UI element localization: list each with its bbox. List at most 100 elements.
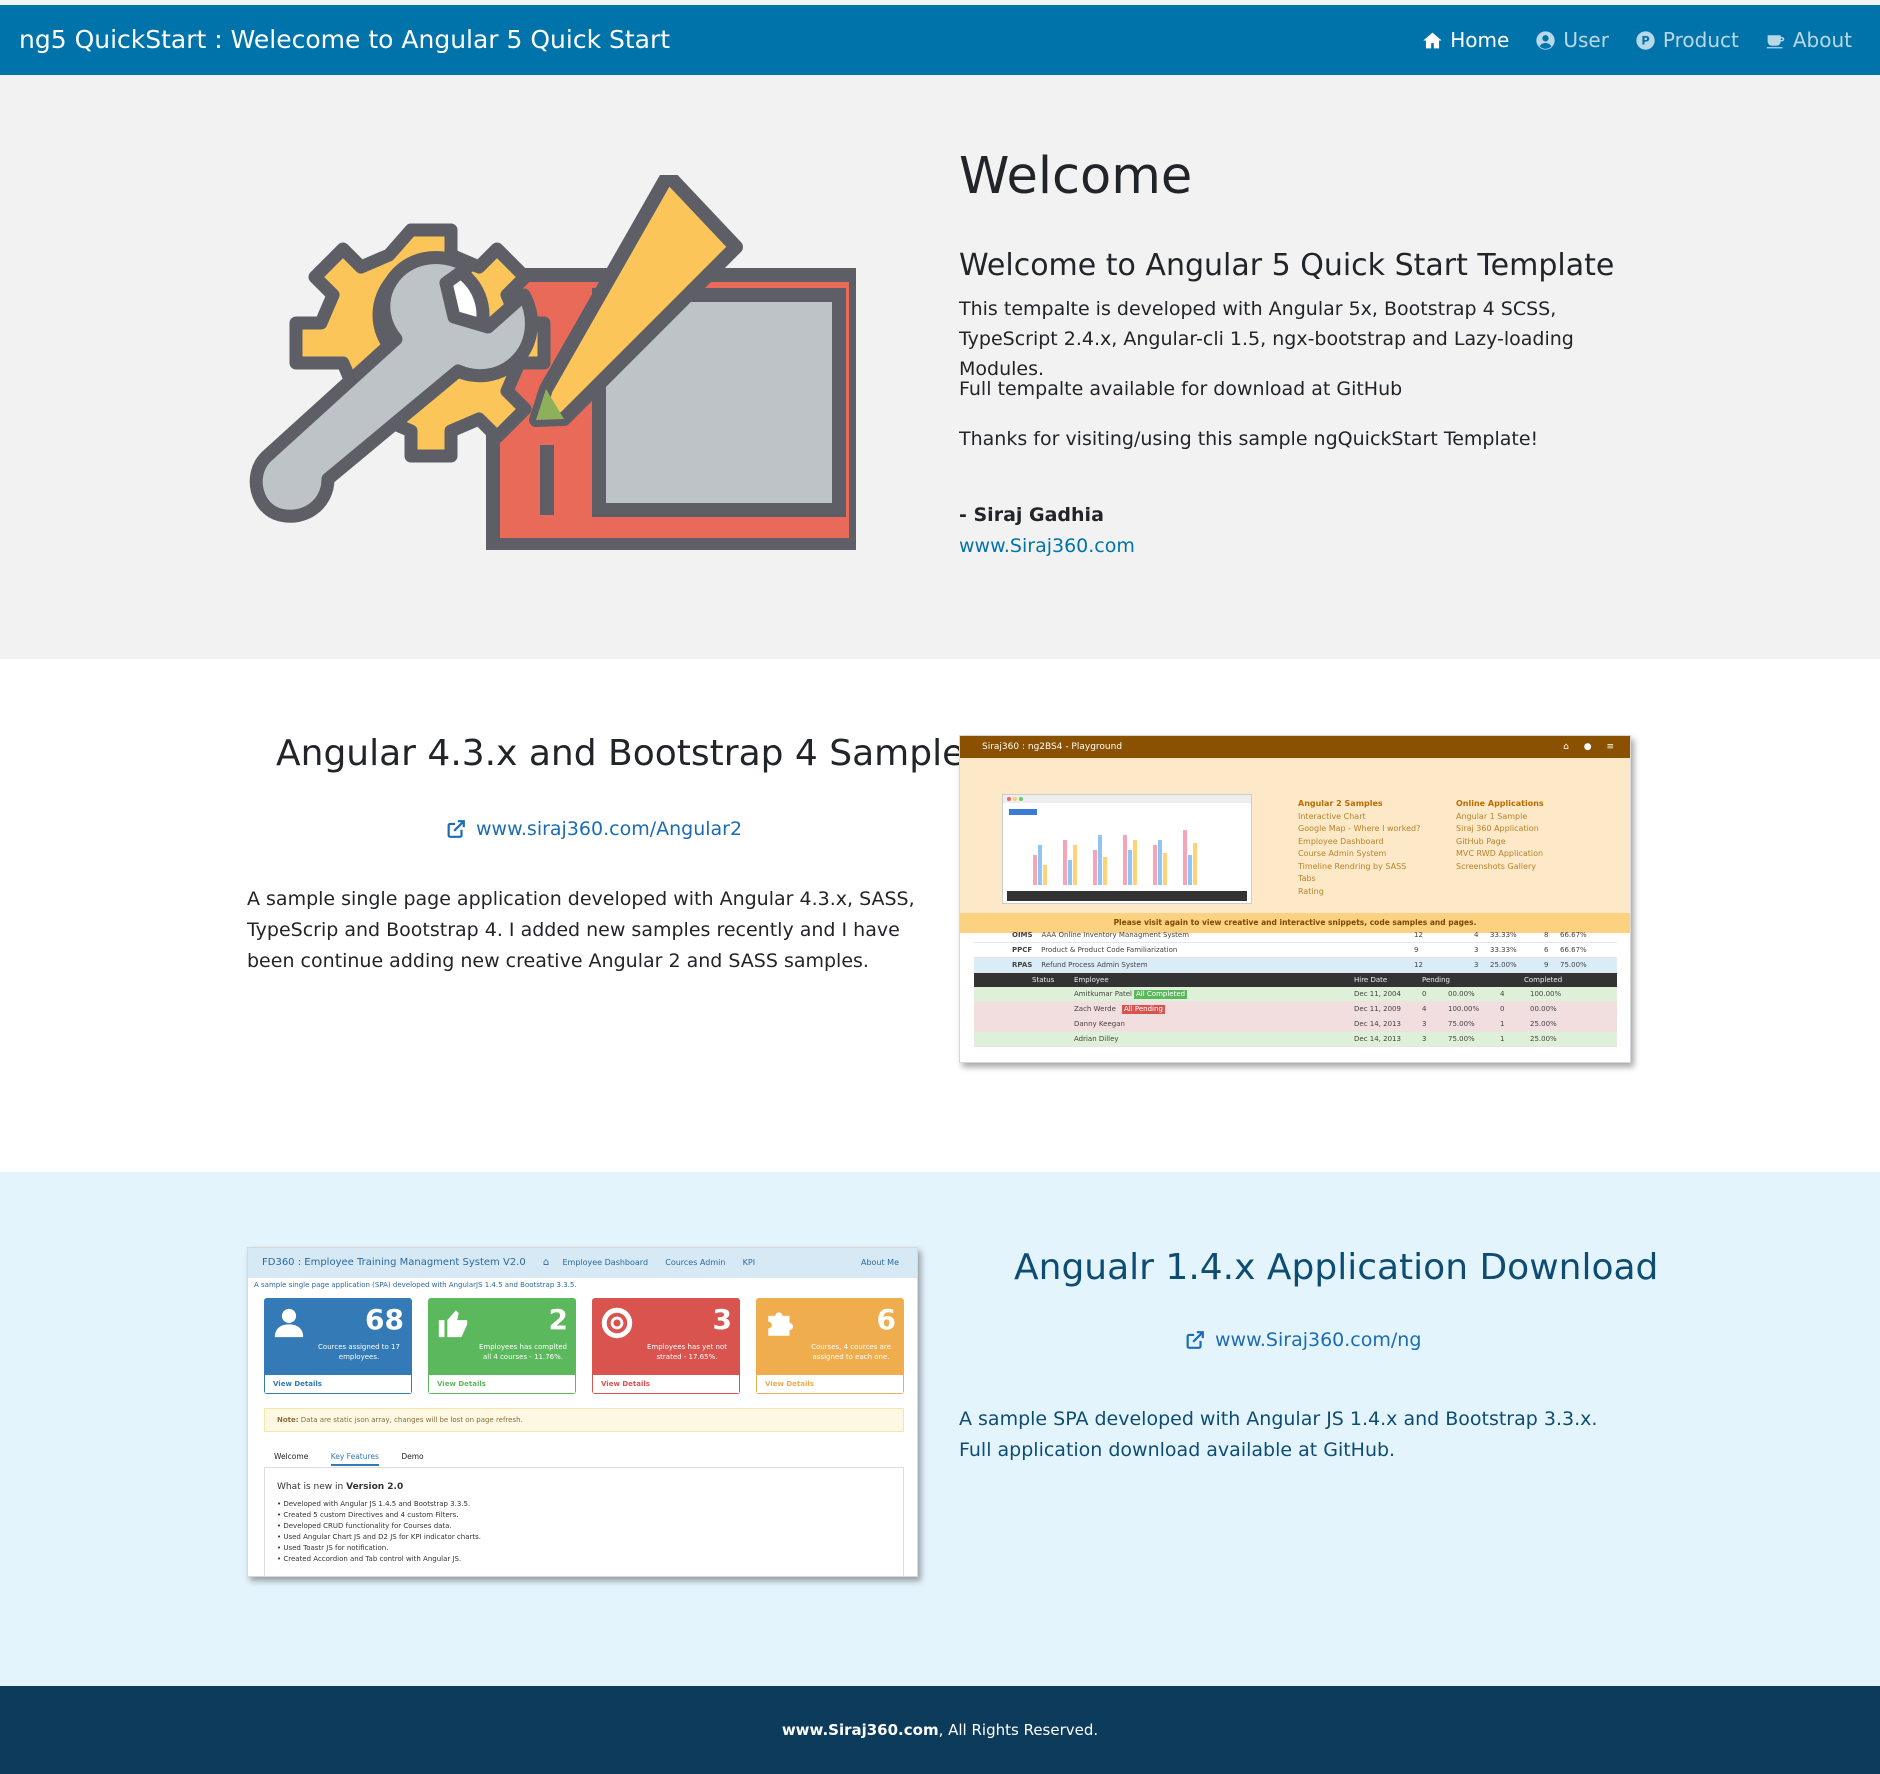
hero-download-text: Full tempalte available for download at … [959,378,1403,400]
author-website-link[interactable]: www.Siraj360.com [959,535,1135,557]
hero-subtitle: Welcome to Angular 5 Quick Start Templat… [959,248,1615,283]
kpi-value: 6 [876,1303,896,1336]
screenshot-about-menu[interactable]: About Me [861,1248,899,1278]
kpi-tile-courses: 68 Cources assigned to 17 employees. Vie… [264,1298,412,1394]
screenshot-navbar: FD360 : Employee Training Managment Syst… [248,1248,917,1278]
menu-item[interactable]: GitHub Page [1456,837,1506,846]
menu-item[interactable]: MVC RWD Application [1456,849,1543,858]
hero-description: This tempalte is developed with Angular … [959,298,1574,380]
kpi-caption: Cources assigned to 17 employees. [318,1343,400,1361]
note-label: Note: [277,1416,299,1424]
tab-key-features[interactable]: Key Features [330,1452,379,1466]
menu-item[interactable]: Screenshots Gallery [1456,862,1536,871]
view-details-link[interactable]: View Details [428,1374,576,1394]
mini-bar-chart [1003,795,1251,901]
angular1-screenshot: FD360 : Employee Training Managment Syst… [247,1247,918,1577]
kpi-caption: Employees has yet not strated - 17.65%. [646,1343,728,1361]
view-details-link[interactable]: View Details [592,1374,740,1394]
menu-item[interactable]: Interactive Chart [1298,812,1366,821]
screenshot-course-table: OIMS AAA Online Inventory Managment Syst… [974,928,1617,1047]
angular1-description: A sample SPA developed with Angular JS 1… [959,1408,1598,1461]
screenshot-titlebar: Siraj360 : ng2BS4 - Playground ⌂ ● ≡ [960,736,1630,758]
kpi-tile-courses-count: 6 Courses, 4 cources are assigned to eac… [756,1298,904,1394]
view-details-link[interactable]: View Details [264,1374,412,1394]
angular1-link-label: www.Siraj360.com/ng [1215,1329,1422,1351]
nav-user-label: User [1563,28,1609,52]
screenshot-tab-panel: What is new in Version 2.0 • Developed w… [264,1468,904,1576]
life-ring-icon [601,1307,633,1339]
footer: www.Siraj360.com, All Rights Reserved. [0,1686,1880,1774]
screenshot-nav-item[interactable]: KPI [743,1258,755,1267]
external-link-icon [1186,1331,1204,1349]
kpi-tile-completed: 2 Employees has complted all 4 courses -… [428,1298,576,1394]
hero-thanks-text: Thanks for visiting/using this sample ng… [959,428,1539,450]
table-row: OIMS AAA Online Inventory Managment Syst… [974,928,1617,943]
angular1-link[interactable]: www.Siraj360.com/ng [1184,1329,1421,1351]
tab-welcome[interactable]: Welcome [274,1452,308,1461]
screenshot-tabs: Welcome Key Features Demo [264,1446,904,1468]
list-item: • Created Accordion and Tab control with… [277,1555,462,1563]
angular4-description: A sample single page application develop… [247,888,915,972]
online-apps-heading: Online Applications [1456,799,1544,808]
footer-site-link[interactable]: www.Siraj360.com [782,1721,939,1739]
nav-home[interactable]: Home [1422,28,1509,52]
menu-item[interactable]: Google Map - Where I worked? [1298,824,1420,833]
kpi-caption: Courses, 4 cources are assigned to each … [811,1343,891,1361]
table-row: Zach Werde All Pending Dec 11, 2009 4 100.00… [974,1002,1617,1017]
home-icon [1423,32,1442,48]
table-row: RPAS Refund Process Admin System 12 3 25.00… [974,958,1617,973]
list-item: • Used Angular Chart JS and D2 JS for KP… [277,1533,481,1541]
screenshot-title: Siraj360 : ng2BS4 - Playground [982,742,1123,752]
puzzle-icon [768,1312,794,1336]
tab-demo[interactable]: Demo [401,1452,423,1461]
screenshot-mini-chart [1002,794,1252,904]
menu-item[interactable]: Rating [1298,887,1324,896]
note-text: Data are static json array, changes will… [300,1416,523,1424]
menu-item[interactable]: Course Admin System [1298,849,1386,858]
coffee-icon [1766,34,1785,48]
view-details-link[interactable]: View Details [756,1374,904,1394]
nav-about[interactable]: About [1765,28,1852,52]
menu-item[interactable]: Employee Dashboard [1298,837,1384,846]
list-item: • Used Toastr JS for notification. [277,1544,389,1552]
external-link-icon [447,820,465,838]
panel-heading: What is new in Version 2.0 [277,1482,404,1492]
kpi-value: 3 [712,1303,732,1336]
angular4-link-label: www.siraj360.com/Angular2 [476,818,743,840]
nav-product-label: Product [1662,28,1739,52]
menu-item[interactable]: Tabs [1298,874,1316,883]
thumbs-up-icon [438,1310,468,1338]
footer-rights: , All Rights Reserved. [938,1721,1099,1739]
navbar: ng5 QuickStart : Welecome to Angular 5 Q… [0,5,1880,75]
nav-product[interactable]: P Product [1635,28,1739,52]
list-item: • Developed CRUD functionality for Cours… [277,1522,452,1530]
employee-table-header: Status Employee Hire Date Pending Completed [974,973,1617,987]
kpi-tile-not-started: 3 Employees has yet not strated - 17.65%… [592,1298,740,1394]
settings-illustration [249,175,856,550]
table-row: Adrian Dilley Dec 14, 2013 3 75.00% 1 25.00% [974,1032,1617,1047]
svg-text:P: P [1641,33,1649,47]
screenshot-note: Note: Data are static json array, change… [264,1408,904,1432]
user-circle-icon [1536,30,1556,50]
list-item: • Developed with Angular JS 1.4.5 and Bo… [277,1500,471,1508]
home-icon: ⌂ [542,1257,550,1268]
nav-user[interactable]: User [1535,28,1609,52]
product-p-icon: P [1636,30,1655,50]
menu-item[interactable]: Timeline Rendring by SASS [1298,862,1406,871]
menu-item[interactable]: Siraj 360 Application [1456,824,1539,833]
angular4-link[interactable]: www.siraj360.com/Angular2 [445,818,742,840]
menu-item[interactable]: Angular 1 Sample [1456,812,1527,821]
list-item: • Created 5 custom Directives and 4 cust… [277,1511,459,1519]
table-row: PPCF Product & Product Code Familiarizat… [974,943,1617,958]
screenshot-nav-item[interactable]: Employee Dashboard [562,1258,648,1267]
kpi-value: 68 [365,1303,404,1336]
angular-samples-heading: Angular 2 Samples [1298,799,1383,808]
online-apps-menu: Online Applications Angular 1 Sample Sir… [1456,798,1544,873]
table-row: Danny Keegan Dec 14, 2013 3 75.00% 1 25.00% [974,1017,1617,1032]
navbar-brand[interactable]: ng5 QuickStart : Welecome to Angular 5 Q… [19,5,670,75]
kpi-caption: Employees has complted all 4 courses - 1… [479,1343,567,1361]
hero-title: Welcome [959,147,1193,206]
screenshot-toolbar-icons: ⌂ ● ≡ [1563,742,1620,752]
screenshot-nav-item[interactable]: Cources Admin [665,1258,725,1267]
nav-home-label: Home [1450,28,1510,52]
